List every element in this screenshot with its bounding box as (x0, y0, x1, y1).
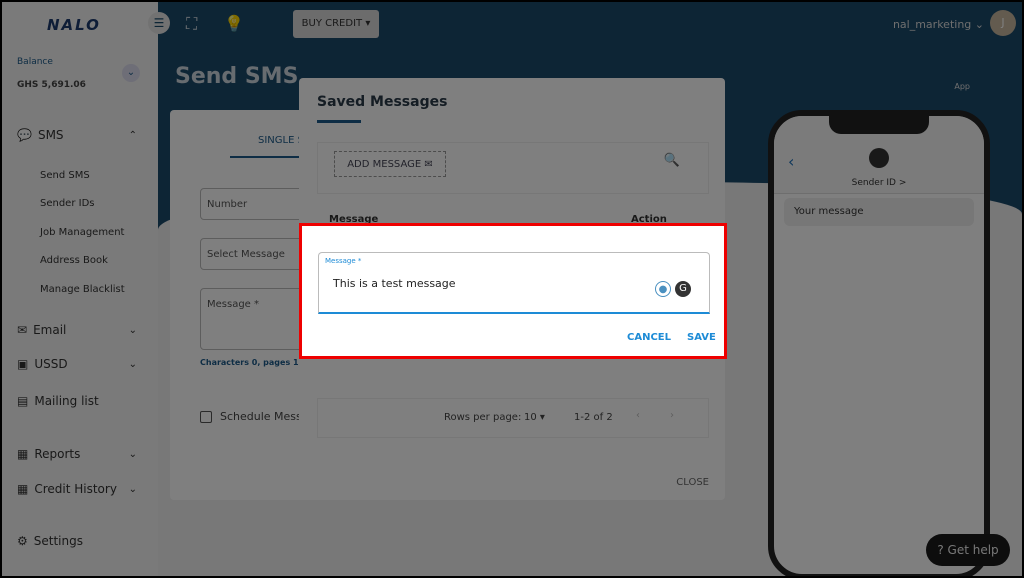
save-button[interactable]: SAVE (687, 332, 716, 343)
message-input-label: Message * (325, 257, 362, 265)
message-input-value[interactable]: This is a test message (333, 277, 456, 290)
cancel-button[interactable]: CANCEL (627, 332, 671, 343)
lightbulb-icon[interactable]: ● (655, 281, 671, 297)
edit-message-dialog: Message * This is a test message ● G CANC… (299, 223, 727, 359)
message-input[interactable]: Message * This is a test message ● G (318, 252, 710, 314)
grammarly-icon[interactable]: G (675, 281, 691, 297)
